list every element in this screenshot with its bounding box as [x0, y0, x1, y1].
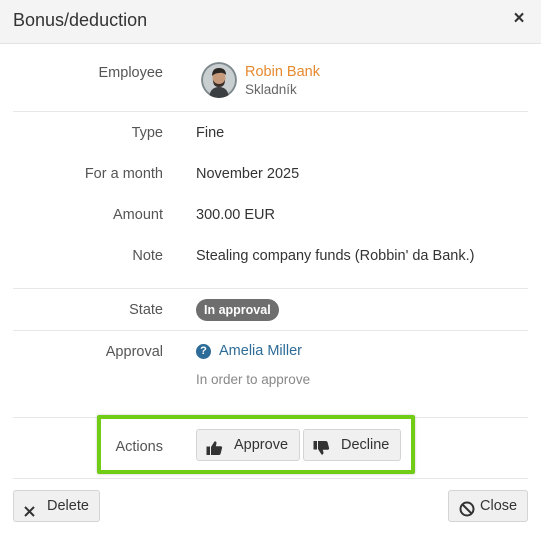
employee-role: Skladník	[245, 82, 297, 97]
amount-label: Amount	[113, 207, 163, 223]
employee-label: Employee	[98, 65, 163, 81]
divider	[13, 478, 528, 479]
dialog-header: Bonus/deduction ×	[0, 0, 541, 44]
approve-label: Approve	[234, 437, 289, 453]
dialog-title: Bonus/deduction	[13, 10, 148, 30]
status-badge: In approval	[196, 299, 279, 321]
month-value: November 2025	[196, 166, 300, 182]
x-icon	[23, 499, 36, 529]
divider	[13, 288, 528, 289]
type-label: Type	[131, 125, 163, 141]
avatar	[201, 62, 237, 98]
note-value: Stealing company funds (Robbin' da Bank.…	[196, 248, 475, 264]
thumbs-up-icon	[206, 437, 223, 467]
approval-note: In order to approve	[196, 372, 311, 387]
approval-label: Approval	[105, 344, 163, 360]
employee-name-link[interactable]: Robin Bank	[245, 64, 320, 80]
close-button[interactable]: Close	[448, 490, 528, 522]
type-value: Fine	[196, 125, 225, 141]
thumbs-down-icon	[313, 437, 330, 467]
close-icon[interactable]: ×	[511, 9, 527, 28]
close-label: Close	[480, 498, 518, 514]
ban-icon	[459, 498, 475, 528]
decline-button[interactable]: Decline	[303, 429, 401, 461]
delete-button[interactable]: Delete	[13, 490, 100, 522]
decline-label: Decline	[341, 437, 390, 453]
state-label: State	[129, 302, 163, 318]
delete-label: Delete	[47, 498, 89, 514]
approve-button[interactable]: Approve	[196, 429, 300, 461]
month-label: For a month	[84, 166, 163, 182]
note-label: Note	[132, 248, 163, 264]
question-icon: ?	[196, 344, 211, 359]
divider	[13, 330, 528, 331]
divider	[13, 111, 528, 112]
actions-label: Actions	[115, 439, 163, 455]
approver-link[interactable]: Amelia Miller	[219, 343, 302, 359]
amount-value: 300.00 EUR	[196, 207, 275, 223]
